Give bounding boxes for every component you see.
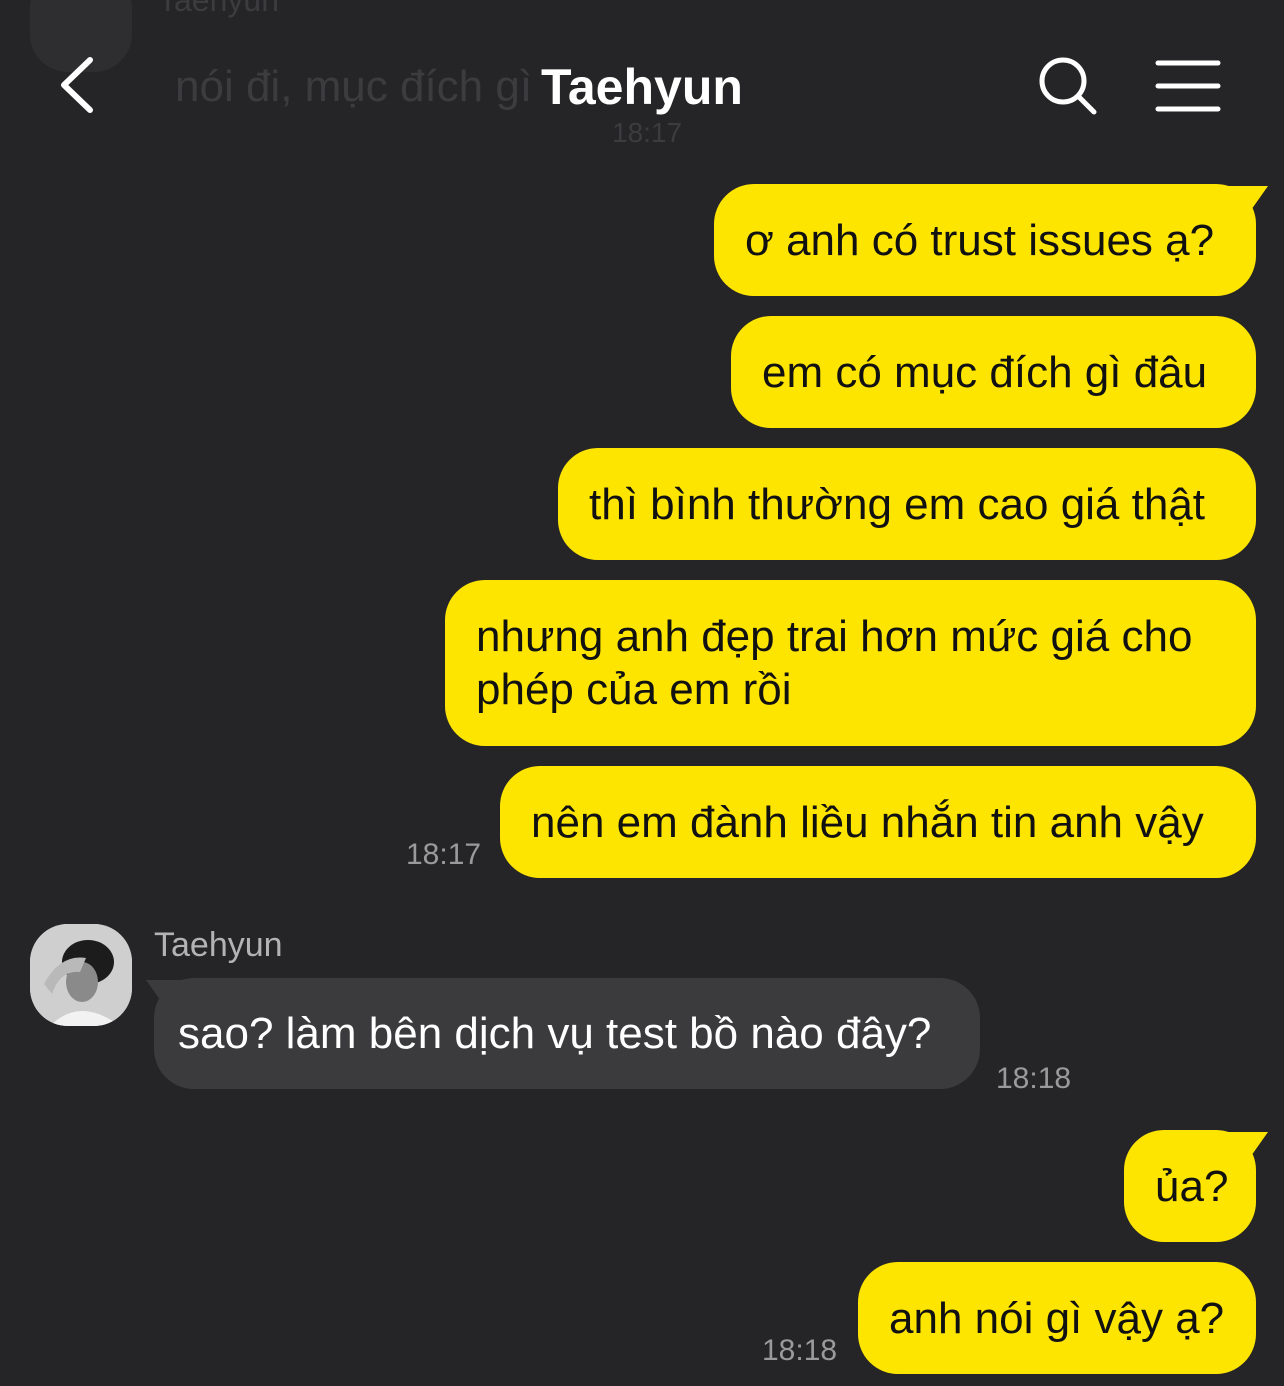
message-bubble-outgoing[interactable]: thì bình thường em cao giá thật: [558, 448, 1256, 560]
hamburger-menu-icon: [1155, 60, 1221, 112]
sender-name: Taehyun: [154, 926, 283, 964]
message-bubble-incoming[interactable]: sao? làm bên dịch vụ test bồ nào đây?: [154, 978, 980, 1089]
profile-photo: [30, 924, 132, 1026]
message-bubble-outgoing[interactable]: ơ anh có trust issues ạ?: [714, 184, 1256, 296]
message-time: 18:17: [406, 838, 482, 871]
message-bubble-outgoing[interactable]: ủa?: [1124, 1130, 1256, 1242]
message-time: 18:18: [996, 1062, 1072, 1095]
message-time: 18:18: [762, 1334, 838, 1367]
message-bubble-outgoing[interactable]: em có mục đích gì đâu: [731, 316, 1256, 428]
search-button[interactable]: [1036, 54, 1100, 118]
chat-header: Taehyun: [0, 0, 1284, 170]
message-bubble-outgoing[interactable]: anh nói gì vậy ạ?: [858, 1262, 1256, 1374]
avatar[interactable]: [30, 924, 132, 1026]
menu-button[interactable]: [1154, 58, 1224, 114]
message-bubble-outgoing[interactable]: nhưng anh đẹp trai hơn mức giá cho phép …: [445, 580, 1256, 746]
message-bubble-outgoing[interactable]: nên em đành liều nhắn tin anh vậy: [500, 766, 1256, 878]
search-icon: [1039, 57, 1097, 115]
